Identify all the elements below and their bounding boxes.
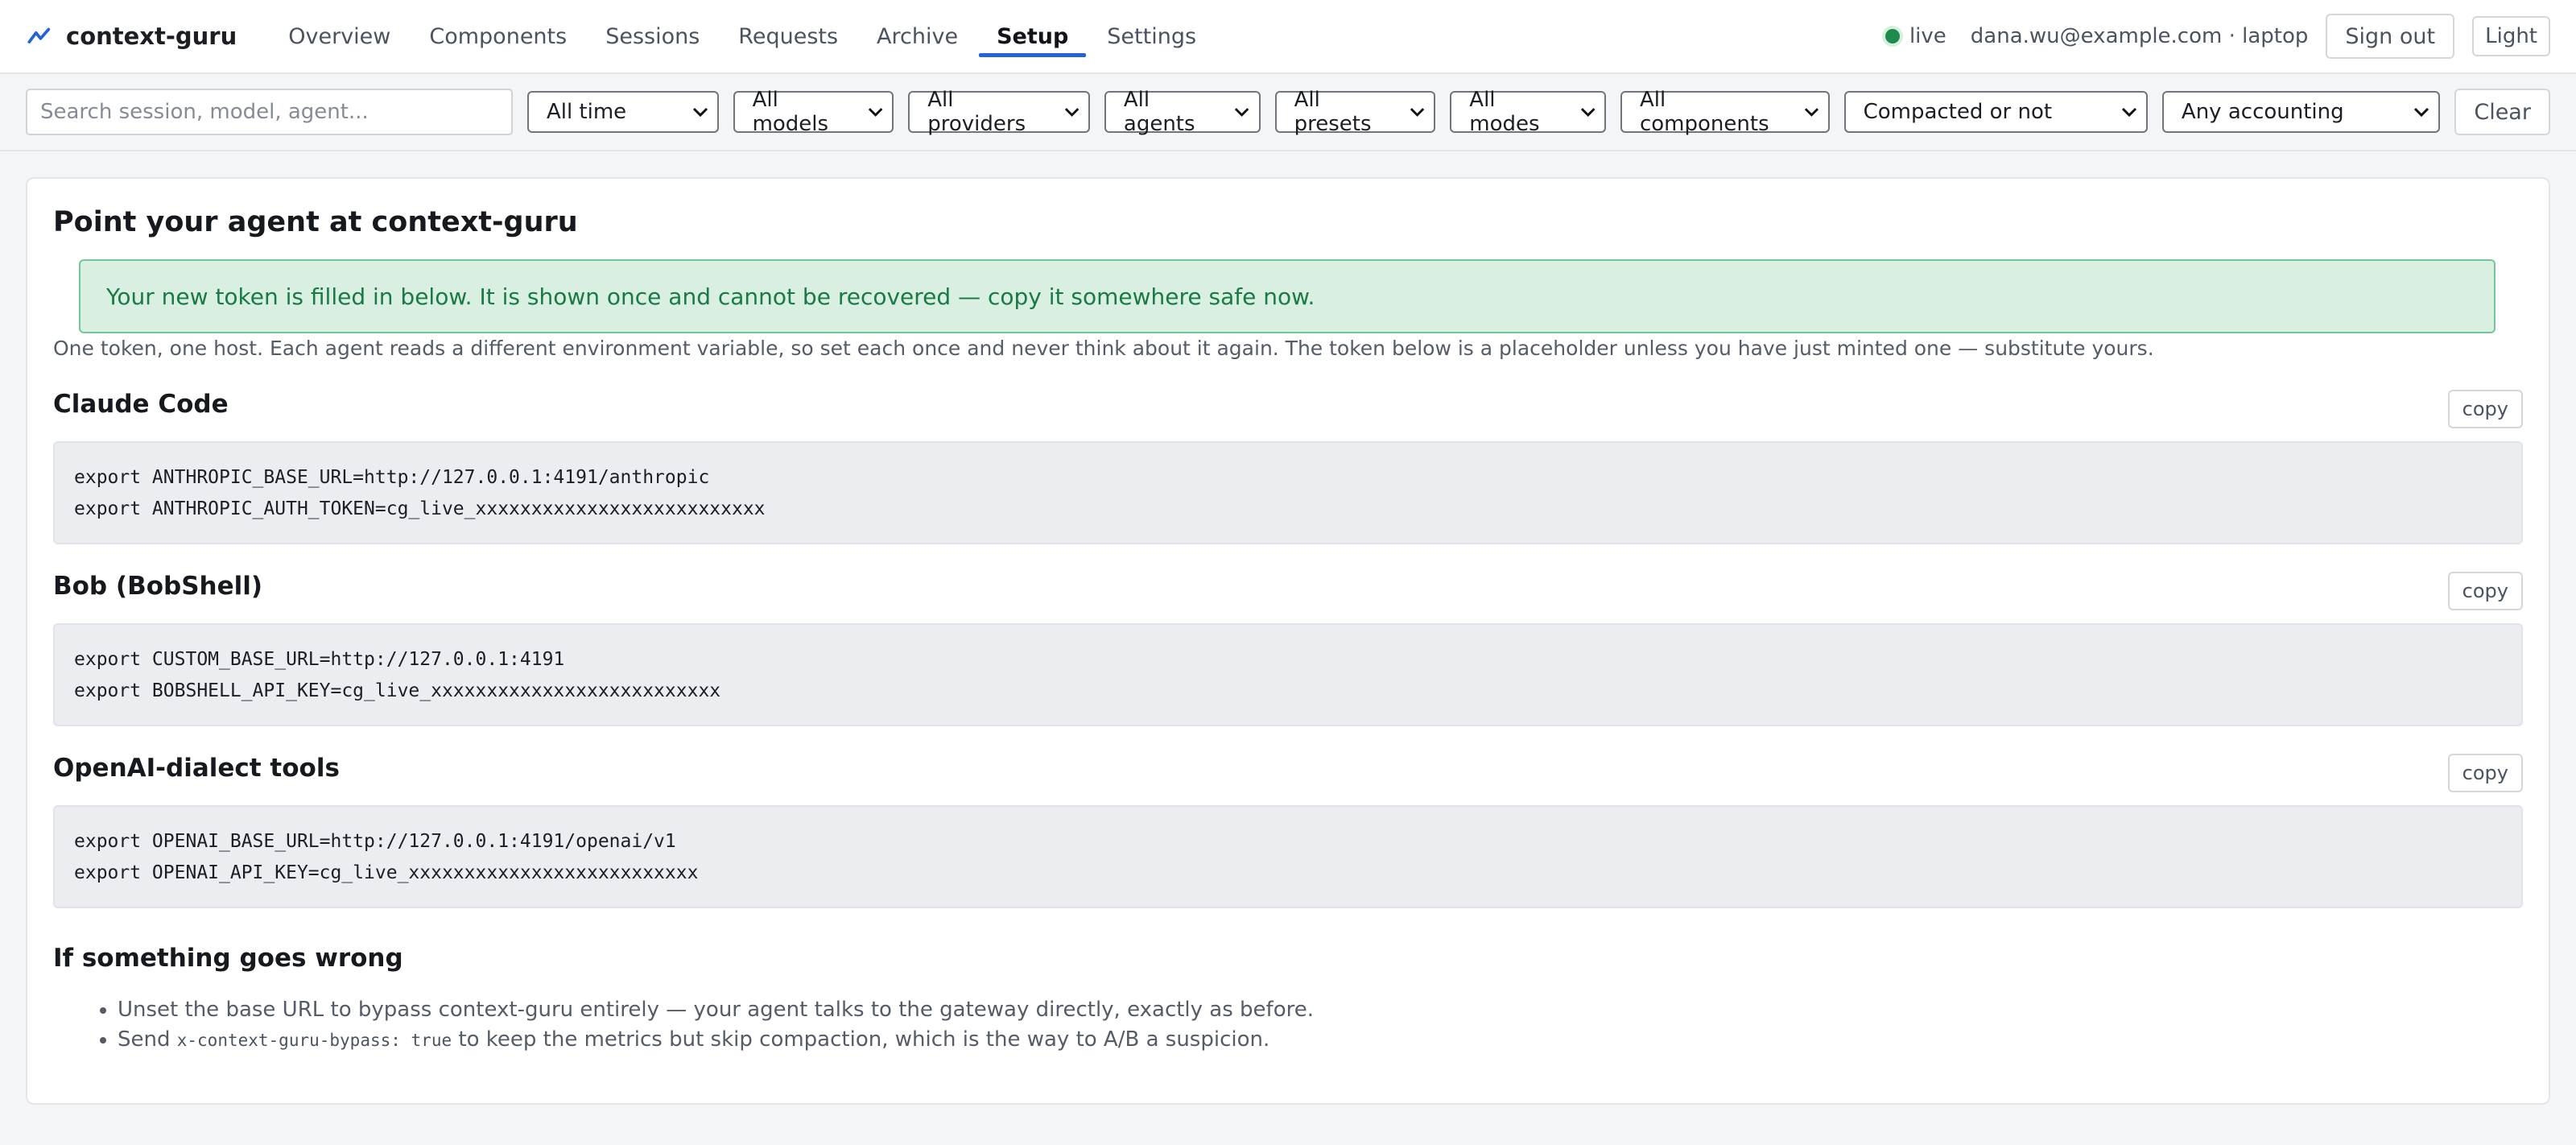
- page-title: Point your agent at context-guru: [53, 206, 578, 238]
- clear-filters-button[interactable]: Clear: [2454, 89, 2550, 135]
- chevron-down-icon: [1235, 108, 1249, 117]
- compaction-select[interactable]: Compacted or not: [1843, 91, 2148, 133]
- list-item-prefix: Send: [118, 1027, 177, 1052]
- tab-settings[interactable]: Settings: [1088, 0, 1216, 73]
- troubleshoot-list: Unset the base URL to bypass context-gur…: [53, 995, 1314, 1056]
- section-title-openai: OpenAI-dialect tools: [53, 754, 340, 783]
- models-select[interactable]: All models: [733, 88, 894, 136]
- accounting-select-value: Any accounting: [2181, 100, 2344, 124]
- live-label: live: [1909, 24, 1946, 48]
- accounting-select[interactable]: Any accounting: [2161, 91, 2441, 133]
- tab-sessions[interactable]: Sessions: [586, 0, 719, 73]
- components-select-value: All components: [1639, 88, 1769, 136]
- chevron-down-icon: [692, 107, 708, 118]
- nav-tabs: Overview Components Sessions Requests Ar…: [269, 0, 1216, 73]
- agents-select[interactable]: All agents: [1104, 88, 1261, 136]
- tab-setup[interactable]: Setup: [977, 0, 1088, 73]
- setup-card: Point your agent at context-guru Your ne…: [26, 177, 2550, 1105]
- filter-bar: All time All models All providers All ag…: [0, 74, 2576, 151]
- tab-requests[interactable]: Requests: [719, 0, 857, 73]
- list-item-text: Unset the base URL to bypass context-gur…: [118, 998, 1314, 1022]
- providers-select[interactable]: All providers: [908, 88, 1090, 136]
- copy-button-claude-code[interactable]: copy: [2447, 390, 2523, 428]
- code-block-openai[interactable]: export OPENAI_BASE_URL=http://127.0.0.1:…: [53, 805, 2523, 908]
- code-line: export OPENAI_API_KEY=cg_live_xxxxxxxxxx…: [74, 862, 699, 883]
- copy-button-openai[interactable]: copy: [2447, 754, 2523, 792]
- app-name: context-guru: [66, 23, 237, 50]
- modes-select[interactable]: All modes: [1450, 88, 1606, 136]
- compaction-select-value: Compacted or not: [1863, 100, 2053, 124]
- sign-out-button[interactable]: Sign out: [2326, 14, 2455, 59]
- components-select[interactable]: All components: [1620, 88, 1830, 136]
- chevron-down-icon: [1064, 108, 1080, 117]
- tab-archive[interactable]: Archive: [857, 0, 977, 73]
- chevron-down-icon: [1410, 108, 1425, 117]
- intro-text: One token, one host. Each agent reads a …: [53, 337, 2154, 360]
- code-line: export ANTHROPIC_BASE_URL=http://127.0.0…: [74, 467, 710, 488]
- user-identity: dana.wu@example.com · laptop: [1970, 24, 2309, 48]
- time-select[interactable]: All time: [526, 91, 719, 133]
- tab-components[interactable]: Components: [410, 0, 586, 73]
- copy-button-bob[interactable]: copy: [2447, 572, 2523, 610]
- chevron-down-icon: [2121, 107, 2136, 118]
- live-dot-icon: [1885, 29, 1900, 43]
- search-input[interactable]: [26, 89, 513, 135]
- agents-select-value: All agents: [1123, 88, 1195, 136]
- presets-select[interactable]: All presets: [1274, 88, 1436, 136]
- models-select-value: All models: [752, 88, 829, 136]
- code-line: export OPENAI_BASE_URL=http://127.0.0.1:…: [74, 831, 676, 852]
- list-item: Unset the base URL to bypass context-gur…: [118, 995, 1314, 1025]
- theme-toggle-button[interactable]: Light: [2472, 16, 2550, 56]
- live-status: live: [1885, 24, 1946, 48]
- code-block-bob[interactable]: export CUSTOM_BASE_URL=http://127.0.0.1:…: [53, 623, 2523, 726]
- presets-select-value: All presets: [1294, 88, 1372, 136]
- code-line: export ANTHROPIC_AUTH_TOKEN=cg_live_xxxx…: [74, 498, 766, 519]
- list-item-suffix: to keep the metrics but skip compaction,…: [452, 1027, 1270, 1052]
- nav-right: live dana.wu@example.com · laptop Sign o…: [1885, 14, 2550, 59]
- brand[interactable]: context-guru: [26, 23, 237, 50]
- code-line: export BOBSHELL_API_KEY=cg_live_xxxxxxxx…: [74, 680, 721, 701]
- modes-select-value: All modes: [1469, 88, 1540, 136]
- tab-overview[interactable]: Overview: [269, 0, 410, 73]
- pulse-chart-icon: [27, 27, 51, 43]
- chevron-down-icon: [1580, 108, 1596, 117]
- list-item: Send x-context-guru-bypass: true to keep…: [118, 1025, 1314, 1056]
- time-select-value: All time: [546, 100, 627, 124]
- providers-select-value: All providers: [927, 88, 1026, 136]
- chevron-down-icon: [868, 108, 883, 117]
- top-nav: context-guru Overview Components Session…: [0, 0, 2576, 74]
- bypass-header-code: x-context-guru-bypass: true: [176, 1031, 452, 1050]
- section-title-bob: Bob (BobShell): [53, 572, 263, 601]
- chevron-down-icon: [1804, 108, 1818, 117]
- code-block-claude-code[interactable]: export ANTHROPIC_BASE_URL=http://127.0.0…: [53, 441, 2523, 544]
- section-title-claude-code: Claude Code: [53, 390, 229, 419]
- token-notice-banner: Your new token is filled in below. It is…: [79, 259, 2496, 333]
- token-notice-text: Your new token is filled in below. It is…: [106, 283, 1315, 310]
- chevron-down-icon: [2414, 107, 2429, 118]
- code-line: export CUSTOM_BASE_URL=http://127.0.0.1:…: [74, 649, 565, 670]
- troubleshoot-title: If something goes wrong: [53, 944, 403, 973]
